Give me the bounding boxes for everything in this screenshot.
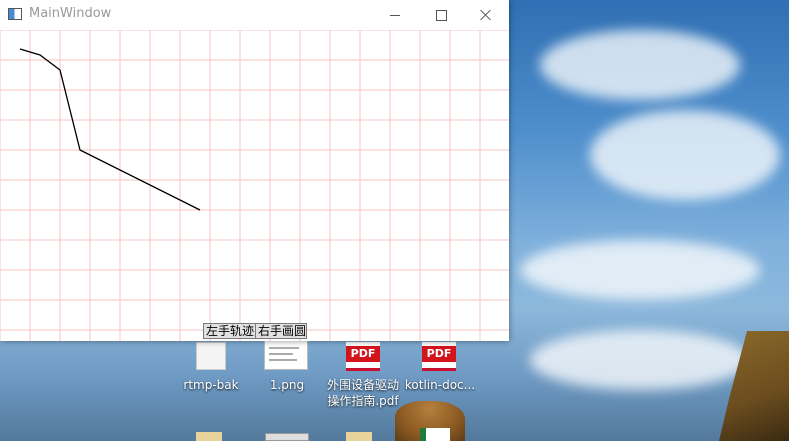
wallpaper-cloud bbox=[590, 110, 780, 200]
drawing-canvas[interactable] bbox=[0, 30, 509, 341]
close-icon bbox=[480, 9, 492, 21]
desktop-icon-label: kotlin-doc... bbox=[404, 378, 476, 392]
desktop-icon-label: 1.png bbox=[269, 378, 305, 392]
wallpaper-cloud bbox=[520, 240, 760, 300]
trajectory-line bbox=[19, 48, 201, 211]
wallpaper-cloud bbox=[540, 30, 740, 100]
maximize-icon bbox=[435, 9, 447, 21]
pdf-file-icon: PDF bbox=[422, 342, 456, 371]
desktop-icon-partial[interactable] bbox=[196, 432, 222, 441]
desktop-icon-partial[interactable] bbox=[346, 432, 372, 441]
grid-lines bbox=[0, 30, 509, 341]
pdf-file-icon: PDF bbox=[346, 342, 380, 371]
app-icon bbox=[8, 8, 22, 20]
minimize-icon bbox=[390, 14, 400, 16]
desktop-icon-label: rtmp-bak bbox=[183, 378, 239, 392]
desktop-icon-partial[interactable] bbox=[265, 433, 309, 441]
minimize-button[interactable] bbox=[372, 0, 418, 30]
desktop-icon-label-line1: 外围设备驱动 bbox=[326, 378, 399, 392]
desktop-icon-label-line2: 操作指南.pdf bbox=[327, 394, 399, 408]
title-bar[interactable]: MainWindow bbox=[0, 0, 509, 30]
main-window[interactable]: MainWindow 左手轨迹 右手画圆 bbox=[0, 0, 509, 341]
close-button[interactable] bbox=[463, 0, 509, 30]
window-title: MainWindow bbox=[29, 6, 112, 21]
blank-file-icon bbox=[196, 342, 226, 370]
left-hand-track-button[interactable]: 左手轨迹 bbox=[203, 323, 256, 339]
maximize-button[interactable] bbox=[418, 0, 464, 30]
wallpaper-cloud bbox=[530, 330, 750, 390]
image-file-icon bbox=[264, 340, 308, 370]
desktop-icon-partial[interactable] bbox=[420, 428, 450, 441]
right-hand-circle-button[interactable]: 右手画圆 bbox=[255, 323, 307, 339]
